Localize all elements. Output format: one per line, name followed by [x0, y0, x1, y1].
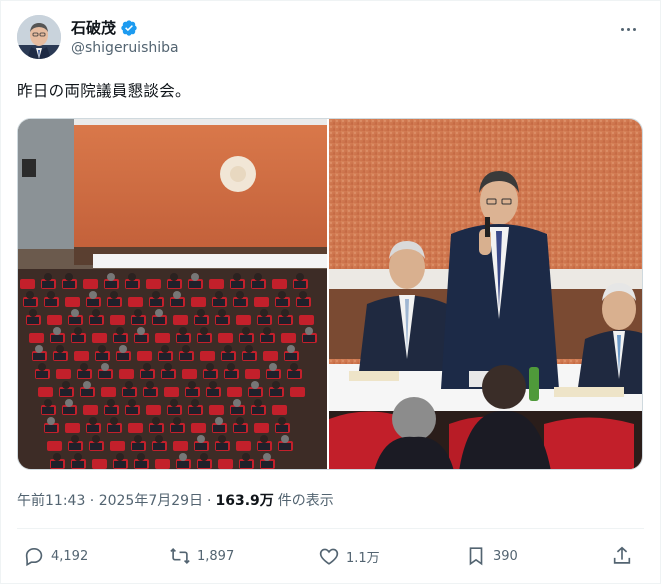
share-button[interactable]: [611, 545, 633, 567]
like-count: 1.1万: [346, 550, 380, 566]
tweet-card: 石破茂 @shigeruishiba 昨日の両院議員懇談会。 午前11:43 ·…: [0, 0, 661, 584]
bookmark-count: 390: [493, 548, 518, 564]
more-options-icon[interactable]: [616, 19, 640, 39]
like-button[interactable]: 1.1万: [318, 545, 380, 567]
repost-icon: [170, 547, 190, 565]
tweet-meta: 午前11:43 · 2025年7月29日 · 163.9万 件の表示: [17, 490, 334, 510]
reply-count: 4,192: [51, 548, 89, 564]
heart-icon: [319, 548, 339, 565]
reply-icon: [25, 548, 43, 567]
bookmark-icon: [469, 547, 483, 566]
photo-meeting-hall[interactable]: [18, 119, 327, 469]
reply-button[interactable]: 4,192: [23, 545, 88, 567]
avatar[interactable]: [17, 15, 61, 59]
author-handle[interactable]: @shigeruishiba: [71, 40, 179, 56]
meta-separator: ·: [207, 493, 212, 509]
views-count: 163.9万: [215, 493, 274, 509]
timestamp[interactable]: 午前11:43 · 2025年7月29日: [17, 490, 203, 510]
media-grid: [17, 118, 643, 470]
action-bar: 4,192 1,897 1.1万 390: [1, 541, 661, 573]
views-label: 件の表示: [277, 493, 334, 509]
author-name[interactable]: 石破茂: [71, 17, 116, 38]
tweet-text: 昨日の両院議員懇談会。: [17, 82, 191, 100]
repost-button[interactable]: 1,897: [169, 545, 234, 567]
divider-line: [17, 528, 644, 529]
share-icon: [613, 546, 631, 564]
photo-speaker[interactable]: [329, 119, 642, 469]
bookmark-button[interactable]: 390: [465, 545, 518, 567]
verified-badge-icon[interactable]: [120, 19, 138, 37]
repost-count: 1,897: [197, 548, 235, 564]
author-name-row: 石破茂: [71, 17, 138, 38]
